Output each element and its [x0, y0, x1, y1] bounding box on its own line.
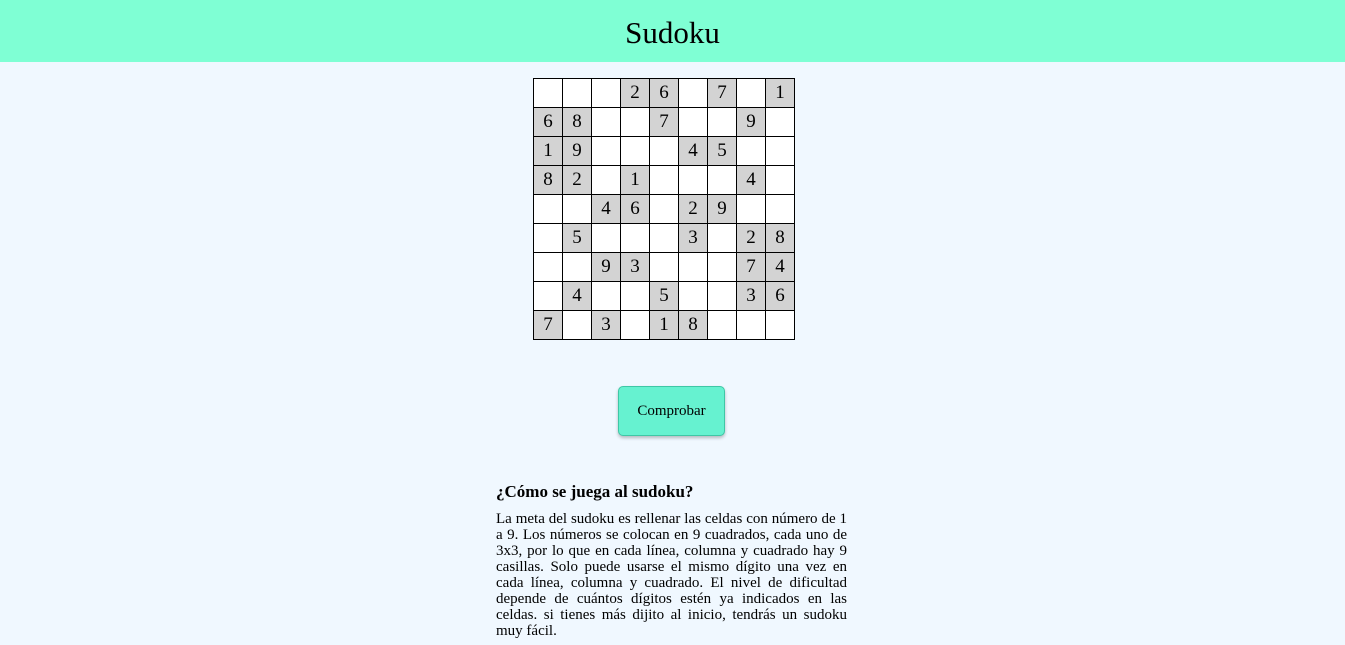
given-cell: 9 [707, 194, 737, 224]
board-row: 5 328 [533, 223, 795, 253]
empty-cell[interactable] [707, 223, 737, 253]
given-cell: 2 [562, 165, 592, 195]
given-cell: 6 [649, 78, 679, 108]
empty-cell[interactable] [591, 78, 621, 108]
given-cell: 8 [533, 165, 563, 195]
empty-cell[interactable] [678, 281, 708, 311]
given-cell: 3 [678, 223, 708, 253]
empty-cell[interactable] [707, 107, 737, 137]
empty-cell[interactable] [649, 252, 679, 282]
empty-cell[interactable] [533, 252, 563, 282]
empty-cell[interactable] [649, 223, 679, 253]
empty-cell[interactable] [765, 310, 795, 340]
given-cell: 4 [591, 194, 621, 224]
empty-cell[interactable] [649, 136, 679, 166]
check-button[interactable]: Comprobar [618, 386, 725, 436]
given-cell: 4 [678, 136, 708, 166]
empty-cell[interactable] [736, 310, 766, 340]
given-cell: 7 [649, 107, 679, 137]
empty-cell[interactable] [736, 194, 766, 224]
given-cell: 1 [765, 78, 795, 108]
given-cell: 5 [562, 223, 592, 253]
empty-cell[interactable] [591, 281, 621, 311]
empty-cell[interactable] [707, 252, 737, 282]
empty-cell[interactable] [707, 310, 737, 340]
given-cell: 6 [620, 194, 650, 224]
empty-cell[interactable] [678, 165, 708, 195]
given-cell: 4 [765, 252, 795, 282]
empty-cell[interactable] [620, 310, 650, 340]
empty-cell[interactable] [591, 165, 621, 195]
empty-cell[interactable] [620, 107, 650, 137]
empty-cell[interactable] [649, 165, 679, 195]
given-cell: 1 [620, 165, 650, 195]
given-cell: 7 [707, 78, 737, 108]
empty-cell[interactable] [765, 107, 795, 137]
page-title: Sudoku [625, 14, 720, 50]
given-cell: 9 [736, 107, 766, 137]
board-row: 4 5 36 [533, 281, 795, 311]
empty-cell[interactable] [562, 78, 592, 108]
given-cell: 4 [736, 165, 766, 195]
given-cell: 2 [678, 194, 708, 224]
given-cell: 6 [533, 107, 563, 137]
board-row: 821 4 [533, 165, 795, 195]
given-cell: 8 [678, 310, 708, 340]
empty-cell[interactable] [707, 281, 737, 311]
instructions-heading: ¿Cómo se juega al sudoku? [496, 482, 694, 501]
empty-cell[interactable] [707, 165, 737, 195]
board-row: 4629 [533, 194, 795, 224]
empty-cell[interactable] [765, 194, 795, 224]
empty-cell[interactable] [678, 252, 708, 282]
given-cell: 2 [620, 78, 650, 108]
page-header: Sudoku [0, 0, 1345, 62]
empty-cell[interactable] [765, 165, 795, 195]
empty-cell[interactable] [562, 252, 592, 282]
empty-cell[interactable] [591, 136, 621, 166]
given-cell: 2 [736, 223, 766, 253]
empty-cell[interactable] [533, 194, 563, 224]
empty-cell[interactable] [678, 78, 708, 108]
given-cell: 3 [591, 310, 621, 340]
board-row: 2671 [533, 78, 795, 108]
given-cell: 7 [533, 310, 563, 340]
board-row: 1945 [533, 136, 795, 166]
given-cell: 7 [736, 252, 766, 282]
given-cell: 8 [765, 223, 795, 253]
given-cell: 6 [765, 281, 795, 311]
board-row: 93 74 [533, 252, 795, 282]
empty-cell[interactable] [533, 78, 563, 108]
empty-cell[interactable] [591, 223, 621, 253]
empty-cell[interactable] [620, 281, 650, 311]
given-cell: 3 [620, 252, 650, 282]
empty-cell[interactable] [562, 310, 592, 340]
empty-cell[interactable] [678, 107, 708, 137]
empty-cell[interactable] [533, 223, 563, 253]
empty-cell[interactable] [765, 136, 795, 166]
empty-cell[interactable] [591, 107, 621, 137]
empty-cell[interactable] [562, 194, 592, 224]
sudoku-board: 267168791945821446295328937445367318 [533, 78, 795, 340]
empty-cell[interactable] [620, 223, 650, 253]
instructions-text: La meta del sudoku es rellenar las celda… [496, 511, 847, 639]
given-cell: 5 [649, 281, 679, 311]
empty-cell[interactable] [533, 281, 563, 311]
given-cell: 8 [562, 107, 592, 137]
given-cell: 1 [649, 310, 679, 340]
given-cell: 5 [707, 136, 737, 166]
given-cell: 9 [591, 252, 621, 282]
board-row: 68 7 9 [533, 107, 795, 137]
given-cell: 3 [736, 281, 766, 311]
empty-cell[interactable] [736, 136, 766, 166]
empty-cell[interactable] [620, 136, 650, 166]
given-cell: 4 [562, 281, 592, 311]
given-cell: 1 [533, 136, 563, 166]
board-row: 7318 [533, 310, 795, 340]
given-cell: 9 [562, 136, 592, 166]
instructions-section: ¿Cómo se juega al sudoku? La meta del su… [496, 482, 847, 639]
empty-cell[interactable] [649, 194, 679, 224]
empty-cell[interactable] [736, 78, 766, 108]
